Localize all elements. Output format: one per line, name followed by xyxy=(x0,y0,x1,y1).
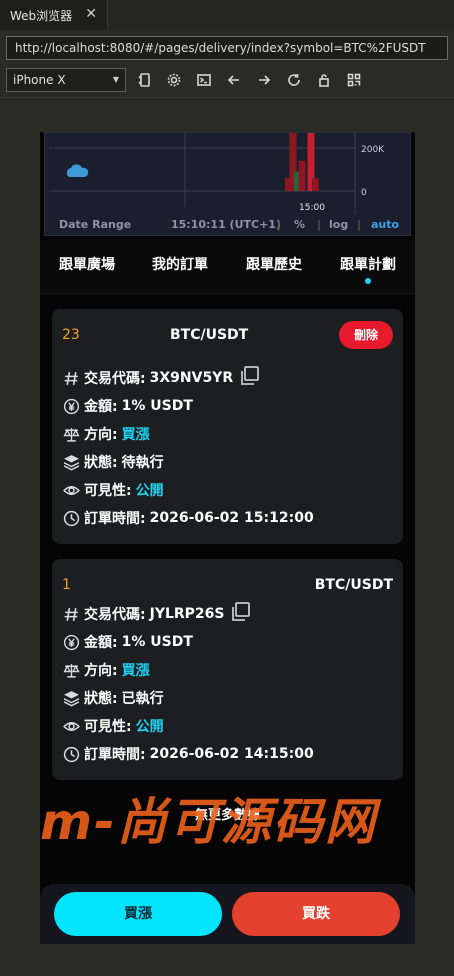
chart-footer: Date Range 15:10:11 (UTC+1) | % | log | … xyxy=(45,213,410,235)
order-amount: 1% USDT xyxy=(121,634,193,650)
date-range-button[interactable]: Date Range xyxy=(59,218,131,231)
order-code: JYLRP26S xyxy=(149,606,225,622)
order-direction: 買漲 xyxy=(121,427,150,443)
chevron-down-icon: ▼ xyxy=(112,75,119,84)
log-toggle[interactable]: log xyxy=(329,218,348,231)
layers-icon xyxy=(62,453,80,471)
order-visibility-row: 可見性: 公開 xyxy=(62,479,164,501)
order-pair: BTC/USDT xyxy=(170,327,249,343)
x-tick-label: 15:00 xyxy=(299,203,325,213)
volume-bar xyxy=(298,160,306,191)
scale-icon xyxy=(62,425,80,443)
order-visibility: 公開 xyxy=(135,483,164,499)
close-icon[interactable]: ✕ xyxy=(85,6,97,22)
rotate-icon[interactable] xyxy=(136,71,154,89)
clock-icon xyxy=(62,509,80,527)
device-select[interactable]: iPhone X ▼ xyxy=(6,68,126,92)
order-direction-row: 方向: 買漲 xyxy=(62,659,150,681)
eye-icon xyxy=(62,481,80,499)
device-toolbar: iPhone X ▼ xyxy=(0,66,454,98)
trade-action-bar: 買漲 買跌 xyxy=(40,884,415,944)
chart-time: 15:10:11 (UTC+1) xyxy=(171,218,281,231)
tab-follow-history[interactable]: 跟單歷史 xyxy=(246,254,302,274)
volume-bar xyxy=(312,178,319,191)
order-number: 1 xyxy=(62,577,71,593)
clock-icon xyxy=(62,745,80,763)
order-amount-row: 金額: 1% USDT xyxy=(62,395,193,417)
order-amount: 1% USDT xyxy=(121,398,193,414)
delete-button[interactable]: 刪除 xyxy=(339,321,393,349)
order-status-row: 狀態: 待執行 xyxy=(62,451,164,473)
percent-toggle[interactable]: % xyxy=(294,218,305,231)
footer-separator: | xyxy=(317,218,322,231)
order-status-row: 狀態: 已執行 xyxy=(62,687,164,709)
arrow-left-icon[interactable] xyxy=(225,71,243,89)
order-code: 3X9NV5YR xyxy=(149,370,234,386)
tab-follow-square[interactable]: 跟單廣場 xyxy=(59,254,115,274)
order-visibility: 公開 xyxy=(135,719,164,735)
order-tabs: 跟單廣場 我的訂單 跟單歷史 跟單計劃 xyxy=(40,240,415,294)
gear-icon[interactable] xyxy=(165,71,183,89)
yen-icon xyxy=(62,633,80,651)
lock-icon[interactable] xyxy=(315,71,333,89)
order-code-row: 交易代碼: JYLRP26S xyxy=(62,600,252,628)
qr-code-icon[interactable] xyxy=(345,71,363,89)
cloud-logo-icon xyxy=(66,164,89,177)
scale-icon xyxy=(62,661,80,679)
eye-icon xyxy=(62,717,80,735)
device-select-value: iPhone X xyxy=(13,73,66,87)
address-row: http://localhost:8080/#/pages/delivery/i… xyxy=(0,30,454,66)
order-direction: 買漲 xyxy=(121,663,150,679)
order-status: 待執行 xyxy=(121,455,164,471)
buy-up-button[interactable]: 買漲 xyxy=(54,892,222,936)
y-tick-label: 0 xyxy=(361,188,367,198)
copy-icon[interactable] xyxy=(224,600,252,628)
y-tick-label: 200K xyxy=(361,145,385,155)
arrow-right-icon[interactable] xyxy=(255,71,273,89)
auto-toggle[interactable]: auto xyxy=(371,218,399,231)
order-card: 1 BTC/USDT 交易代碼: JYLRP26S 金額: 1% USDT 方向… xyxy=(52,559,403,780)
browser-tab-bar: Web浏览器 ✕ xyxy=(0,0,454,30)
order-number: 23 xyxy=(62,327,80,343)
buy-down-button[interactable]: 買跌 xyxy=(232,892,400,936)
address-bar[interactable]: http://localhost:8080/#/pages/delivery/i… xyxy=(6,36,448,60)
order-time: 2026-06-02 14:15:00 xyxy=(149,746,314,762)
active-tab-indicator xyxy=(365,278,371,284)
tab-follow-plan[interactable]: 跟單計劃 xyxy=(340,254,396,274)
phone-viewport: 400K200K015:00 Date Range 15:10:11 (UTC+… xyxy=(40,132,415,944)
order-time: 2026-06-02 15:12:00 xyxy=(149,510,314,526)
browser-tab-title: Web浏览器 xyxy=(10,8,73,23)
order-card: 23 BTC/USDT 刪除 交易代碼: 3X9NV5YR 金額: 1% USD… xyxy=(52,309,403,544)
console-icon[interactable] xyxy=(195,71,213,89)
order-time-row: 訂單時間: 2026-06-02 14:15:00 xyxy=(62,743,314,765)
order-direction-row: 方向: 買漲 xyxy=(62,423,150,445)
trading-chart[interactable]: 400K200K015:00 Date Range 15:10:11 (UTC+… xyxy=(44,132,411,236)
order-code-row: 交易代碼: 3X9NV5YR xyxy=(62,364,261,392)
hash-icon xyxy=(62,605,80,623)
layers-icon xyxy=(62,689,80,707)
order-visibility-row: 可見性: 公開 xyxy=(62,715,164,737)
watermark: m-尚可源码网 xyxy=(40,793,377,851)
tab-my-orders[interactable]: 我的訂單 xyxy=(152,254,208,274)
order-status: 已執行 xyxy=(121,691,164,707)
refresh-icon[interactable] xyxy=(285,71,303,89)
order-amount-row: 金額: 1% USDT xyxy=(62,631,193,653)
order-pair: BTC/USDT xyxy=(314,577,393,593)
copy-icon[interactable] xyxy=(233,364,261,392)
yen-icon xyxy=(62,397,80,415)
hash-icon xyxy=(62,369,80,387)
order-time-row: 訂單時間: 2026-06-02 15:12:00 xyxy=(62,507,314,529)
footer-separator: | xyxy=(277,218,282,231)
browser-tab[interactable]: Web浏览器 ✕ xyxy=(0,0,108,30)
footer-separator: | xyxy=(357,218,362,231)
